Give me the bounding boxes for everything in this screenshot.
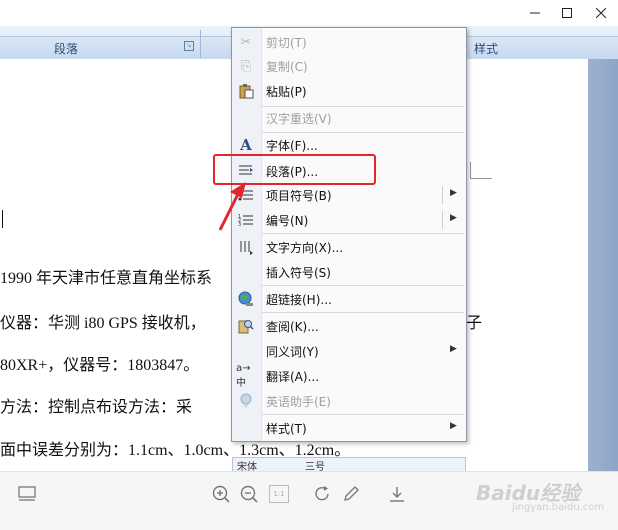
menu-item-label: 粘贴(P) [266, 85, 307, 99]
menu-item-label: 编号(N) [266, 214, 309, 228]
download-icon [390, 487, 404, 502]
menu-item-bullets[interactable]: 项目符号(B) ▶ [232, 183, 466, 207]
page-fit-button[interactable]: 1:1 [268, 483, 290, 505]
document-line: 仪器：华测 i80 GPS 接收机， [0, 315, 206, 332]
menu-item-synonyms[interactable]: 同义词(Y) ▶ [232, 339, 466, 363]
document-line: 80XR+，仪器号：1803847。 [0, 357, 200, 374]
margin-corner-mark [470, 178, 492, 179]
menu-item-label: 项目符号(B) [266, 189, 332, 203]
maximize-icon [562, 8, 572, 18]
menu-item-translate[interactable]: a→中 翻译(A)... [232, 363, 466, 389]
submenu-arrow-icon: ▶ [450, 188, 457, 198]
document-line: 方法：控制点布设方法：采 [0, 399, 193, 416]
submenu-arrow-icon: ▶ [450, 421, 457, 431]
menu-item-label: 剪切(T) [266, 36, 307, 50]
menu-separator [262, 233, 464, 234]
zoom-in-icon [212, 485, 230, 503]
ribbon-paragraph-label[interactable]: 段落 [54, 40, 78, 57]
annotation-arrow-icon [218, 182, 246, 231]
minimize-button[interactable] [520, 0, 550, 26]
menu-item-label: 同义词(Y) [266, 345, 319, 359]
copy-icon: ⎘ [240, 58, 252, 74]
close-button[interactable] [586, 0, 616, 26]
menu-item-label: 文字方向(X)... [266, 241, 344, 255]
document-line: 1990 年天津市任意直角坐标系 [0, 270, 213, 287]
font-icon: A [240, 136, 252, 154]
menu-separator [262, 414, 464, 415]
menu-item-lookup[interactable]: 查阅(K)... [232, 314, 466, 338]
maximize-button[interactable] [552, 0, 582, 26]
submenu-arrow-icon: ▶ [450, 344, 457, 354]
menu-item-label: 英语助手(E) [266, 395, 331, 409]
page-fit-icon: 1:1 [269, 485, 289, 503]
ribbon-style-label[interactable]: 样式 [474, 40, 498, 57]
paragraph-dialog-launcher-icon[interactable]: ↘ [184, 41, 194, 51]
lookup-icon [236, 317, 256, 335]
minimize-icon [530, 12, 540, 14]
scissors-icon: ✂ [240, 34, 252, 50]
document-line-tail: 子 [466, 315, 483, 332]
menu-item-english-assistant[interactable]: 英语助手(E) [232, 389, 466, 413]
zoom-out-icon [240, 485, 258, 503]
menu-item-label: 插入符号(S) [266, 266, 331, 280]
hyperlink-icon [236, 290, 256, 308]
menu-item-cut[interactable]: ✂ 剪切(T) [232, 30, 466, 54]
rotate-icon [315, 486, 329, 501]
rotate-button[interactable] [312, 483, 334, 505]
menu-item-reconvert[interactable]: 汉字重选(V) [232, 106, 466, 130]
menu-item-insert-symbol[interactable]: 插入符号(S) [232, 260, 466, 284]
menu-item-label: 翻译(A)... [266, 370, 320, 384]
menu-item-copy[interactable]: ⎘ 复制(C) [232, 54, 466, 78]
menu-item-label: 复制(C) [266, 60, 308, 74]
margin-corner-mark [470, 162, 471, 179]
menu-item-paste[interactable]: 粘贴(P) [232, 79, 466, 103]
menu-item-styles[interactable]: 样式(T) ▶ [232, 416, 466, 440]
menu-item-label: 汉字重选(V) [266, 112, 332, 126]
document-side-panel [588, 59, 618, 471]
zoom-out-button[interactable] [238, 483, 260, 505]
menu-item-label: 超链接(H)... [266, 293, 332, 307]
watermark-url: jingyan.baidu.com [512, 502, 605, 513]
edit-icon [344, 486, 359, 501]
panel-icon [18, 486, 36, 501]
edit-button[interactable] [340, 483, 362, 505]
panel-toggle-button[interactable] [16, 483, 38, 505]
download-button[interactable] [386, 483, 408, 505]
close-icon [596, 8, 606, 18]
highlight-box [213, 154, 376, 185]
menu-item-label: 查阅(K)... [266, 320, 319, 334]
menu-item-label: 样式(T) [266, 422, 307, 436]
submenu-separator [442, 186, 443, 204]
english-assistant-icon [236, 392, 256, 410]
menu-item-label: 字体(F)... [266, 139, 318, 153]
title-bar [0, 0, 618, 26]
ribbon-divider [200, 30, 201, 58]
submenu-separator [442, 211, 443, 229]
text-direction-icon [236, 238, 256, 256]
text-cursor [2, 210, 3, 228]
translate-icon: a→中 [236, 363, 251, 389]
menu-item-numbering[interactable]: 123 编号(N) ▶ [232, 208, 466, 232]
menu-item-hyperlink[interactable]: 超链接(H)... [232, 287, 466, 311]
submenu-arrow-icon: ▶ [450, 213, 457, 223]
zoom-in-button[interactable] [210, 483, 232, 505]
menu-separator [262, 312, 464, 313]
menu-item-text-direction[interactable]: 文字方向(X)... [232, 235, 466, 259]
paste-icon [236, 82, 256, 100]
menu-separator [262, 285, 464, 286]
context-menu: ✂ 剪切(T) ⎘ 复制(C) 粘贴(P) 汉字重选(V) A 字体(F)...… [231, 27, 467, 442]
